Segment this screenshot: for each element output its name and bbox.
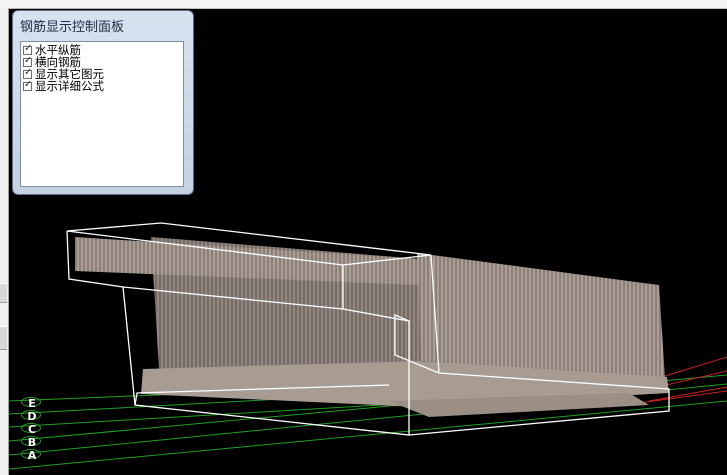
checkbox[interactable]: ✓ — [23, 78, 33, 91]
top-toolbar-edge — [0, 0, 727, 9]
checkbox[interactable]: ✓ — [23, 54, 33, 67]
axis-label-b[interactable]: B — [23, 437, 41, 449]
axis-label-a[interactable]: A — [23, 450, 41, 462]
checkbox[interactable]: ✓ — [23, 66, 33, 79]
check-icon: ✓ — [24, 66, 33, 78]
check-icon: ✓ — [24, 78, 33, 90]
option-label: 显示详细公式 — [35, 79, 104, 93]
checkbox[interactable]: ✓ — [23, 42, 33, 55]
left-toolbar-edge — [0, 8, 9, 475]
axis-label-d[interactable]: D — [23, 411, 41, 423]
back-wall-rebar — [417, 253, 665, 379]
left-toolbar-tab[interactable] — [0, 283, 7, 303]
option-show-detailed-formula[interactable]: ✓ 显示详细公式 — [23, 78, 183, 93]
check-icon: ✓ — [24, 42, 33, 54]
grid-line-green — [9, 400, 727, 470]
axis-label-e[interactable]: E — [23, 398, 41, 410]
rebar-mesh[interactable] — [75, 237, 669, 417]
check-icon: ✓ — [24, 54, 33, 66]
left-toolbar-tab[interactable] — [0, 326, 7, 350]
panel-options-list: ✓ 水平纵筋 ✓ 横向钢筋 ✓ 显示其它图元 ✓ 显示详细公式 — [20, 41, 184, 187]
axis-label-c[interactable]: C — [23, 424, 41, 436]
panel-title: 钢筋显示控制面板 — [20, 20, 125, 35]
rebar-display-control-panel[interactable]: 钢筋显示控制面板 ✓ 水平纵筋 ✓ 横向钢筋 ✓ 显示其它图元 ✓ 显示详细公式 — [12, 10, 194, 195]
